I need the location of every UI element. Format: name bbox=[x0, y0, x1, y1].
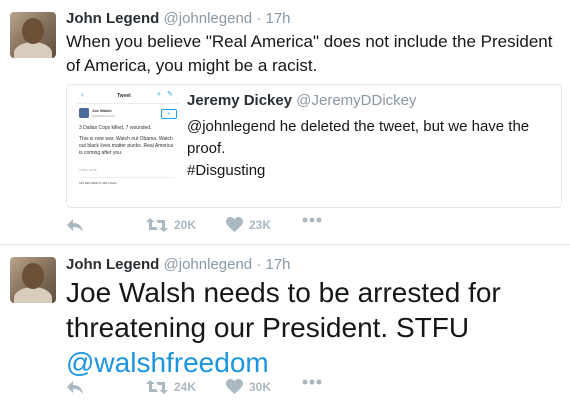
retweet-count: 20K bbox=[174, 218, 197, 232]
quoted-tweet[interactable]: ‹ Tweet ⌕ ✎ Joe Walsh @WalshFreedom + 3 … bbox=[66, 84, 562, 208]
quoted-text-line: @johnlegend he deleted the tweet, but we… bbox=[187, 118, 530, 157]
avatar-shoulders bbox=[14, 287, 52, 303]
tweet-2[interactable]: John Legend @johnlegend · 17h Joe Walsh … bbox=[0, 245, 570, 404]
tweet-header: John Legend @johnlegend · 17h bbox=[66, 256, 291, 274]
author-name[interactable]: John Legend bbox=[66, 256, 159, 273]
author-name[interactable]: John Legend bbox=[66, 10, 159, 27]
like-button[interactable]: 30K bbox=[226, 379, 271, 394]
quoted-text: @johnlegend he deleted the tweet, but we… bbox=[187, 116, 555, 182]
tweet-header: John Legend @johnlegend · 17h bbox=[66, 10, 291, 28]
timestamp[interactable]: 17h bbox=[266, 256, 291, 273]
avatar[interactable] bbox=[10, 257, 56, 303]
screenshot-nav-title: Tweet bbox=[117, 93, 131, 99]
reply-icon bbox=[67, 219, 83, 232]
like-button[interactable]: 23K bbox=[226, 217, 271, 232]
tweet-1[interactable]: John Legend @johnlegend · 17h When you b… bbox=[0, 0, 570, 245]
avatar[interactable] bbox=[10, 12, 56, 58]
more-button[interactable] bbox=[302, 379, 322, 385]
author-handle[interactable]: @johnlegend bbox=[164, 10, 253, 27]
compose-icon: ✎ bbox=[167, 91, 173, 98]
tweet-text: Joe Walsh needs to be arrested for threa… bbox=[66, 275, 556, 380]
tweet-actions: 20K 23K bbox=[66, 217, 366, 237]
retweet-button[interactable]: 24K bbox=[146, 379, 196, 395]
screenshot-body: 3 Dallas Cops killed, 7 wounded. This is… bbox=[79, 125, 177, 161]
search-icon: ⌕ bbox=[157, 91, 161, 98]
tweet-text-body: Joe Walsh needs to be arrested for threa… bbox=[66, 277, 501, 343]
separator-dot: · bbox=[256, 10, 262, 27]
tweet-actions: 24K 30K bbox=[66, 379, 366, 399]
screenshot-line: This is now war. Watch out Obama. Watch … bbox=[79, 136, 174, 156]
screenshot-avatar bbox=[79, 108, 89, 118]
separator-dot: · bbox=[256, 256, 262, 273]
reply-button[interactable] bbox=[66, 379, 84, 395]
more-icon bbox=[302, 379, 322, 385]
screenshot-timestamp: 7/7/16, 23:56 bbox=[79, 168, 97, 172]
mention-link[interactable]: @walshfreedom bbox=[66, 347, 269, 378]
quoted-screenshot-image[interactable]: ‹ Tweet ⌕ ✎ Joe Walsh @WalshFreedom + 3 … bbox=[77, 91, 179, 201]
quoted-author-handle[interactable]: @JeremyDDickey bbox=[296, 92, 416, 109]
retweet-icon bbox=[146, 380, 168, 394]
timestamp[interactable]: 17h bbox=[266, 10, 291, 27]
like-count: 23K bbox=[249, 217, 272, 232]
screenshot-line: 3 Dallas Cops killed, 7 wounded. bbox=[79, 125, 152, 131]
quoted-author-name[interactable]: Jeremy Dickey bbox=[187, 92, 292, 109]
heart-icon bbox=[226, 379, 243, 394]
heart-icon bbox=[226, 217, 243, 232]
tweet-text: When you believe "Real America" does not… bbox=[66, 32, 553, 75]
quoted-content: Jeremy Dickey @JeremyDDickey @johnlegend… bbox=[187, 91, 555, 182]
avatar-face bbox=[22, 18, 44, 44]
reply-icon bbox=[67, 381, 83, 394]
avatar-shoulders bbox=[14, 42, 52, 58]
author-handle[interactable]: @johnlegend bbox=[164, 256, 253, 273]
like-count: 30K bbox=[249, 379, 272, 394]
screenshot-stats: 519 RETWEETS 480 LIKES bbox=[79, 177, 175, 186]
more-button[interactable] bbox=[302, 217, 322, 223]
more-icon bbox=[302, 217, 322, 223]
quoted-text-line: #Disgusting bbox=[187, 162, 266, 179]
retweet-button[interactable]: 20K bbox=[146, 217, 196, 233]
back-icon: ‹ bbox=[81, 90, 84, 99]
follow-icon: + bbox=[161, 109, 177, 119]
screenshot-navbar: ‹ Tweet ⌕ ✎ bbox=[77, 91, 179, 104]
screenshot-author-handle: @WalshFreedom bbox=[92, 114, 116, 118]
quoted-header: Jeremy Dickey @JeremyDDickey bbox=[187, 91, 555, 110]
reply-button[interactable] bbox=[66, 217, 84, 233]
retweet-icon bbox=[146, 218, 168, 232]
avatar-face bbox=[22, 263, 44, 289]
retweet-count: 24K bbox=[174, 380, 197, 394]
